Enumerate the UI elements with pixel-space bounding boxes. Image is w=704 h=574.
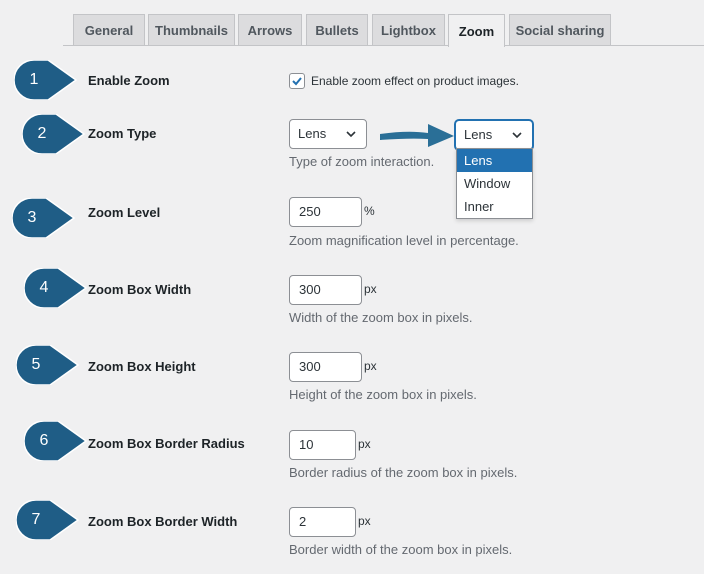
zoom-box-border-radius-label: Zoom Box Border Radius xyxy=(88,436,245,451)
tab-social-sharing[interactable]: Social sharing xyxy=(509,14,611,45)
step-badge-2: 2 xyxy=(22,114,92,154)
zoom-level-description: Zoom magnification level in percentage. xyxy=(289,233,519,248)
badge-number: 6 xyxy=(39,432,49,449)
zoom-type-select[interactable]: Lens xyxy=(289,119,367,149)
tab-divider xyxy=(63,45,704,46)
zoom-type-select-open[interactable]: Lens xyxy=(455,120,533,150)
zoom-type-description: Type of zoom interaction. xyxy=(289,154,435,169)
badge-number: 2 xyxy=(37,125,47,142)
checkmark-icon xyxy=(292,77,302,86)
arrow-right-icon xyxy=(380,124,454,147)
zoom-level-input[interactable]: 250 xyxy=(289,197,362,227)
zoom-box-border-radius-unit: px xyxy=(358,437,371,451)
dropdown-option-window[interactable]: Window xyxy=(457,172,532,195)
step-badge-3: 3 xyxy=(12,198,82,238)
zoom-box-height-label: Zoom Box Height xyxy=(88,359,196,374)
zoom-box-border-radius-description: Border radius of the zoom box in pixels. xyxy=(289,465,518,480)
badge-number: 4 xyxy=(39,279,49,296)
zoom-type-select-value: Lens xyxy=(298,126,327,141)
step-badge-6: 6 xyxy=(24,421,94,461)
zoom-type-open-value: Lens xyxy=(464,127,493,142)
chevron-down-icon xyxy=(346,131,356,138)
zoom-box-border-width-unit: px xyxy=(358,514,371,528)
dropdown-option-inner[interactable]: Inner xyxy=(457,195,532,218)
step-badge-7: 7 xyxy=(16,500,86,540)
badge-number: 1 xyxy=(29,71,39,88)
zoom-box-width-unit: px xyxy=(364,282,377,296)
enable-zoom-checkbox-label[interactable]: Enable zoom effect on product images. xyxy=(311,74,519,88)
zoom-box-border-radius-input[interactable]: 10 xyxy=(289,430,356,460)
badge-number: 7 xyxy=(31,511,41,528)
zoom-box-border-width-description: Border width of the zoom box in pixels. xyxy=(289,542,513,557)
tab-arrows[interactable]: Arrows xyxy=(238,14,302,45)
step-badge-5: 5 xyxy=(16,345,86,385)
tab-lightbox[interactable]: Lightbox xyxy=(372,14,445,45)
chevron-down-icon xyxy=(512,132,522,139)
settings-tabs: General Thumbnails Arrows Bullets Lightb… xyxy=(0,0,704,47)
step-badge-4: 4 xyxy=(24,268,94,308)
tab-general[interactable]: General xyxy=(73,14,145,45)
zoom-box-height-unit: px xyxy=(364,359,377,373)
tab-thumbnails[interactable]: Thumbnails xyxy=(148,14,235,45)
zoom-type-label: Zoom Type xyxy=(88,126,157,141)
zoom-box-width-label: Zoom Box Width xyxy=(88,282,192,297)
badge-number: 5 xyxy=(31,356,41,373)
zoom-level-label: Zoom Level xyxy=(88,205,161,220)
enable-zoom-label: Enable Zoom xyxy=(88,73,170,88)
enable-zoom-checkbox[interactable] xyxy=(289,73,305,89)
step-badge-1: 1 xyxy=(14,60,84,100)
zoom-level-unit: % xyxy=(364,204,375,218)
zoom-box-width-description: Width of the zoom box in pixels. xyxy=(289,310,473,325)
zoom-box-border-width-input[interactable]: 2 xyxy=(289,507,356,537)
tab-bullets[interactable]: Bullets xyxy=(306,14,368,45)
zoom-box-width-input[interactable]: 300 xyxy=(289,275,362,305)
zoom-box-height-description: Height of the zoom box in pixels. xyxy=(289,387,477,402)
zoom-box-border-width-label: Zoom Box Border Width xyxy=(88,514,238,529)
badge-number: 3 xyxy=(27,209,37,226)
zoom-box-height-input[interactable]: 300 xyxy=(289,352,362,382)
tab-zoom[interactable]: Zoom xyxy=(448,14,505,47)
dropdown-option-lens[interactable]: Lens xyxy=(457,149,532,172)
zoom-type-dropdown-list: Lens Window Inner xyxy=(456,148,533,219)
